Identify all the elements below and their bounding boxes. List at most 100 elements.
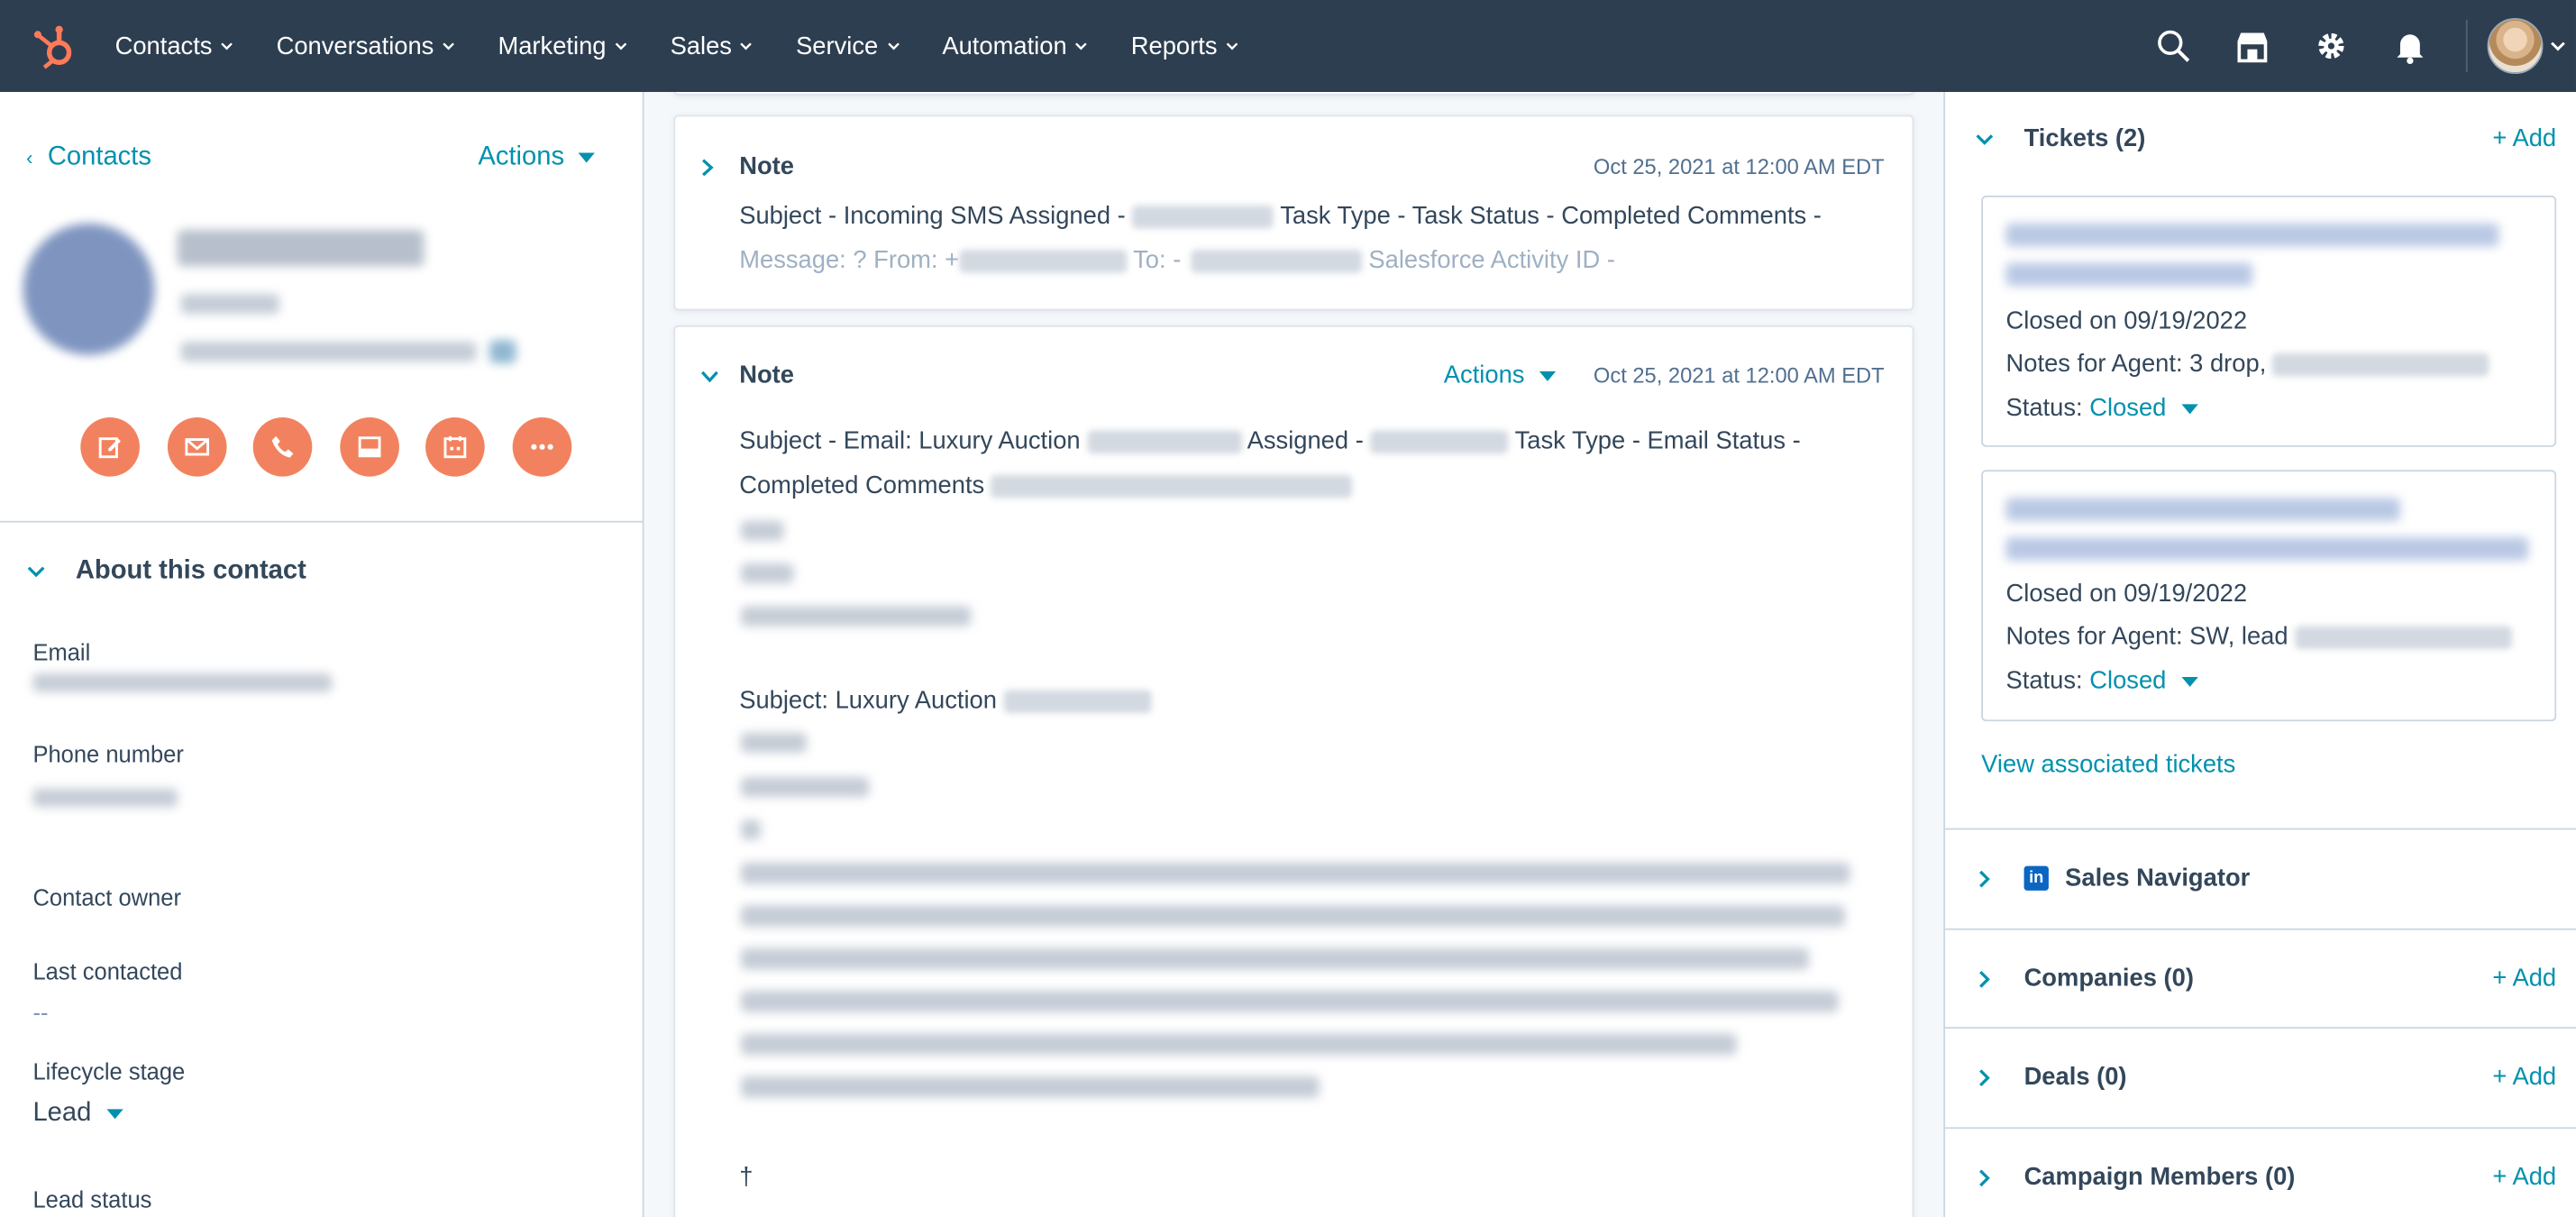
edit-note-icon bbox=[98, 437, 121, 459]
more-button[interactable] bbox=[511, 416, 571, 477]
ticket-title-redacted[interactable] bbox=[2005, 223, 2499, 247]
redacted-paragraph-line bbox=[741, 862, 1850, 884]
note-card: Note Oct 25, 2021 at 12:00 AM EDT Subjec… bbox=[673, 114, 1914, 311]
caret-down-icon bbox=[1539, 371, 1557, 380]
lifecycle-label: Lifecycle stage bbox=[32, 1057, 186, 1084]
chevron-down-icon bbox=[221, 42, 233, 50]
ticket-status-row: Status: Closed bbox=[2006, 667, 2198, 695]
nav-contacts-label: Contacts bbox=[114, 32, 213, 60]
redacted-text bbox=[1370, 430, 1509, 454]
nav-service[interactable]: Service bbox=[796, 32, 900, 60]
ticket-notes: Notes for Agent: SW, lead bbox=[2006, 623, 2512, 651]
copy-icon[interactable] bbox=[489, 340, 516, 363]
search-icon[interactable] bbox=[2155, 28, 2191, 64]
caret-down-icon bbox=[579, 152, 596, 163]
note-body-line: Subject - Email: Luxury Auction Assigned… bbox=[739, 427, 1800, 455]
user-avatar[interactable] bbox=[2487, 18, 2544, 75]
add-ticket-button[interactable]: + Add bbox=[2492, 125, 2556, 153]
divider bbox=[0, 520, 644, 523]
redacted-text bbox=[1191, 250, 1362, 273]
chevron-down-icon bbox=[443, 42, 455, 50]
note-button[interactable] bbox=[80, 416, 140, 477]
nav-marketing[interactable]: Marketing bbox=[498, 32, 627, 60]
chevron-down-icon[interactable] bbox=[2550, 38, 2566, 54]
nav-conversations[interactable]: Conversations bbox=[277, 32, 455, 60]
hubspot-logo-icon[interactable] bbox=[30, 22, 79, 71]
status-value: Closed bbox=[2089, 394, 2167, 423]
activity-timeline: Note Oct 25, 2021 at 12:00 AM EDT Subjec… bbox=[645, 92, 1944, 1217]
add-company-button[interactable]: + Add bbox=[2492, 965, 2556, 993]
redacted-text bbox=[741, 819, 761, 840]
chevron-down-icon bbox=[1075, 42, 1088, 50]
email-label: Email bbox=[32, 639, 91, 666]
contact-avatar bbox=[23, 223, 155, 355]
note-text: Assigned - bbox=[1241, 426, 1371, 455]
ticket-card[interactable]: Closed on 09/19/2022 Notes for Agent: 3 … bbox=[1981, 195, 2557, 447]
redacted-text bbox=[741, 563, 794, 584]
status-label: Status: bbox=[2005, 394, 2083, 423]
note-title: Note bbox=[739, 361, 794, 389]
chevron-right-icon bbox=[1979, 1068, 1990, 1086]
nav-contacts[interactable]: Contacts bbox=[115, 32, 234, 60]
ticket-status-dropdown[interactable]: Closed bbox=[2089, 394, 2198, 423]
contact-email-redacted bbox=[180, 342, 477, 361]
chevron-down-icon bbox=[615, 42, 627, 50]
nav-service-label: Service bbox=[796, 32, 879, 60]
call-button[interactable] bbox=[252, 416, 313, 477]
tickets-title: Tickets (2) bbox=[2023, 124, 2146, 153]
nav-sales[interactable]: Sales bbox=[671, 32, 754, 60]
ticket-card[interactable]: Closed on 09/19/2022 Notes for Agent: SW… bbox=[1981, 470, 2557, 722]
view-associated-tickets-link[interactable]: View associated tickets bbox=[1981, 751, 2235, 779]
redacted-text bbox=[2272, 352, 2490, 377]
back-to-contacts-link[interactable]: ‹ Contacts bbox=[26, 143, 151, 173]
note-body-line: Subject - Incoming SMS Assigned - Task T… bbox=[739, 202, 1822, 230]
add-deal-button[interactable]: + Add bbox=[2492, 1063, 2556, 1091]
contact-actions-dropdown[interactable]: Actions bbox=[478, 143, 596, 173]
redacted-text bbox=[2294, 626, 2512, 650]
note-text: Subject: Luxury Auction bbox=[739, 686, 1004, 715]
marketplace-icon[interactable] bbox=[2234, 28, 2270, 64]
chevron-down-icon[interactable] bbox=[699, 370, 719, 384]
owner-label: Contact owner bbox=[32, 883, 182, 910]
sales-navigator-title: Sales Navigator bbox=[2065, 864, 2251, 892]
bell-icon[interactable] bbox=[2392, 28, 2428, 65]
ticket-status-dropdown[interactable]: Closed bbox=[2089, 667, 2198, 695]
linkedin-icon: in bbox=[2023, 865, 2049, 891]
about-contact-section-toggle[interactable]: About this contact bbox=[26, 557, 306, 587]
nav-sales-label: Sales bbox=[670, 32, 732, 60]
contact-name-redacted bbox=[177, 230, 425, 267]
top-navigation: Contacts Conversations Marketing Sales S… bbox=[0, 0, 2576, 93]
nav-automation[interactable]: Automation bbox=[942, 32, 1088, 60]
nav-reports-label: Reports bbox=[1130, 32, 1218, 60]
nav-conversations-label: Conversations bbox=[276, 32, 434, 60]
redacted-text bbox=[741, 777, 870, 798]
chevron-down-icon bbox=[1976, 133, 1994, 144]
nav-marketing-label: Marketing bbox=[498, 32, 607, 60]
sales-navigator-section-toggle[interactable]: in Sales Navigator bbox=[1975, 865, 2250, 892]
tickets-section-toggle[interactable]: Tickets (2) bbox=[1975, 125, 2145, 153]
ticket-title-redacted[interactable] bbox=[2005, 262, 2252, 287]
campaign-members-section-toggle[interactable]: Campaign Members (0) bbox=[1975, 1163, 2295, 1191]
nav-reports[interactable]: Reports bbox=[1131, 32, 1238, 60]
ticket-title-redacted[interactable] bbox=[2005, 498, 2400, 521]
chevron-right-icon[interactable] bbox=[699, 158, 714, 178]
redacted-paragraph-line bbox=[741, 1033, 1737, 1056]
nav-divider bbox=[2465, 19, 2468, 73]
add-campaign-member-button[interactable]: + Add bbox=[2492, 1163, 2556, 1191]
redacted-text bbox=[1087, 430, 1242, 454]
email-value-redacted[interactable] bbox=[32, 673, 333, 692]
note-text: Subject - Email: Luxury Auction bbox=[739, 426, 1088, 455]
ticket-notes-text: Notes for Agent: SW, lead bbox=[2005, 622, 2288, 651]
phone-value-redacted[interactable] bbox=[32, 788, 178, 807]
chevron-down-icon bbox=[1226, 42, 1238, 50]
gear-icon[interactable] bbox=[2313, 28, 2349, 64]
lifecycle-stage-select[interactable]: Lead bbox=[32, 1099, 123, 1129]
redacted-text bbox=[991, 474, 1353, 499]
log-activity-button[interactable] bbox=[339, 416, 399, 477]
companies-section-toggle[interactable]: Companies (0) bbox=[1975, 965, 2194, 993]
task-button[interactable] bbox=[425, 416, 485, 477]
note-actions-dropdown[interactable]: Actions bbox=[1444, 361, 1557, 389]
email-button[interactable] bbox=[167, 416, 226, 477]
deals-section-toggle[interactable]: Deals (0) bbox=[1975, 1063, 2127, 1091]
ticket-title-redacted[interactable] bbox=[2005, 537, 2529, 561]
